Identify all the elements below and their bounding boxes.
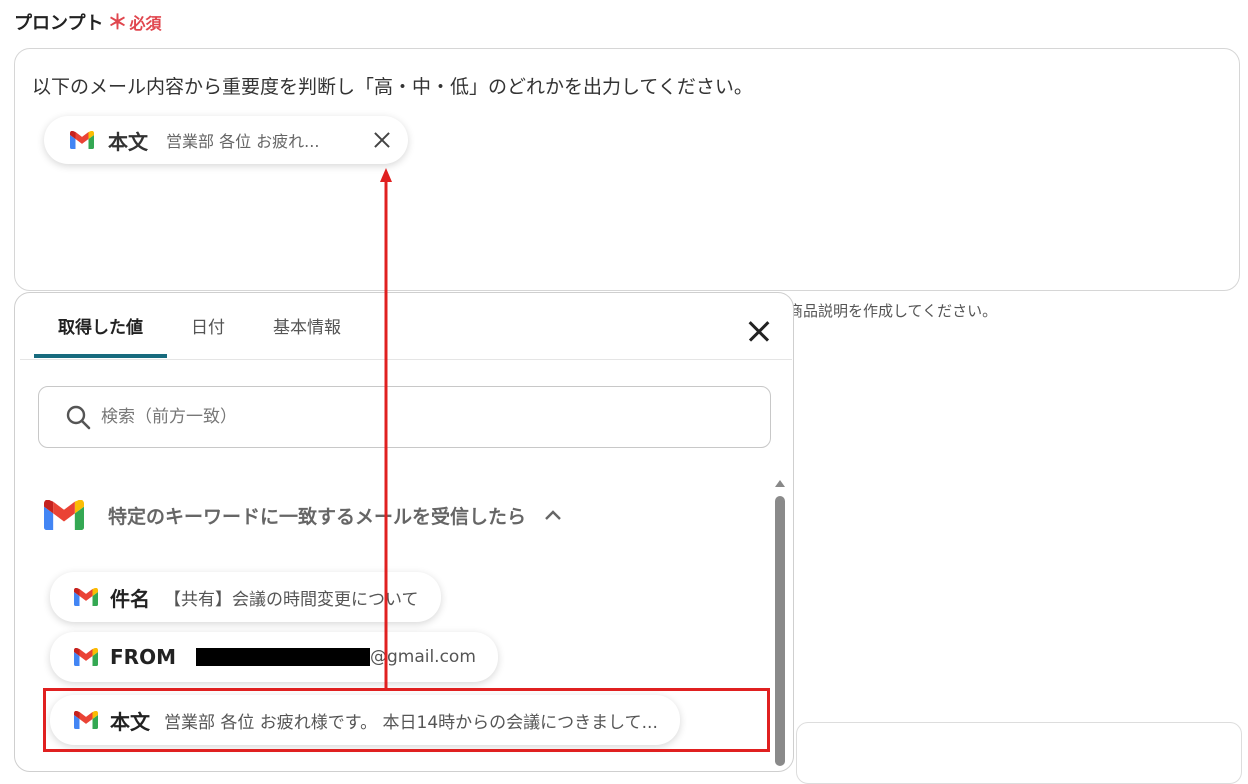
tab-retrieved-values[interactable]: 取得した値 [34,314,167,358]
prompt-variable-chip[interactable]: 本文 営業部 各位 お疲れ... [44,116,408,164]
tab-date[interactable]: 日付 [167,314,249,358]
field-label: プロンプト＊必須 [14,6,161,35]
close-icon[interactable] [746,318,772,344]
required-text: 必須 [129,14,162,33]
gmail-icon [44,500,84,530]
chip-key: 本文 [108,129,148,154]
chip-value: 営業部 各位 お疲れ... [166,132,320,151]
scroll-up-icon[interactable] [775,480,785,487]
group-title: 特定のキーワードに一致するメールを受信したら [108,505,527,528]
scroll-thumb[interactable] [775,496,785,766]
background-field [796,722,1242,784]
item-key: 件名 [110,586,150,611]
scrollbar[interactable] [774,478,786,766]
search-input[interactable] [99,406,703,428]
highlight-box [43,688,770,752]
tab-basic-info[interactable]: 基本情報 [249,314,365,358]
tab-divider [20,359,792,360]
item-key: FROM [110,645,176,669]
gmail-icon [70,131,94,149]
panel-tabs: 取得した値 日付 基本情報 [34,314,365,358]
background-hint-text: 商品説明を作成してください。 [788,302,998,320]
redacted-block [195,648,370,666]
list-item-subject[interactable]: 件名 【共有】会議の時間変更について [50,572,441,622]
required-star: ＊ [107,10,128,34]
item-value: @gmail.com [369,647,476,667]
chevron-up-icon[interactable] [544,509,562,521]
list-item-from[interactable]: FROM @gmail.com [50,632,498,682]
chip-remove-icon[interactable] [370,128,394,152]
item-value: 【共有】会議の時間変更について [164,589,419,610]
prompt-text: 以下のメール内容から重要度を判断し「高・中・低」のどれかを出力してください。 [32,76,753,98]
field-label-text: プロンプト [14,13,104,34]
gmail-icon [74,648,98,666]
trigger-group-header[interactable]: 特定のキーワードに一致するメールを受信したら [44,500,562,530]
search-icon [66,405,91,430]
gmail-icon [74,588,98,606]
search-field[interactable] [38,386,771,448]
